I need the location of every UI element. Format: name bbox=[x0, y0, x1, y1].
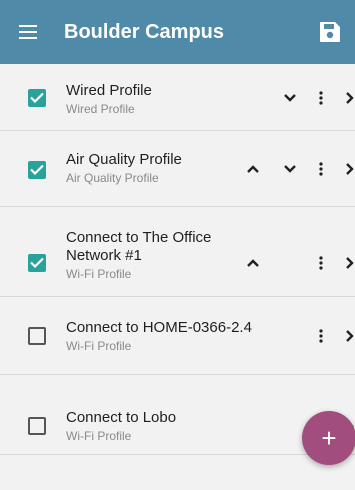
profile-title: Connect to HOME-0366-2.4 bbox=[66, 319, 252, 336]
open-profile-button[interactable] bbox=[340, 159, 355, 179]
move-up-button[interactable] bbox=[243, 253, 263, 273]
chevron-right-icon bbox=[346, 163, 354, 175]
open-profile-button[interactable] bbox=[340, 88, 355, 108]
list-item[interactable]: Connect to The Office Network #1 Wi-Fi P… bbox=[0, 207, 355, 297]
profile-subtitle: Wi-Fi Profile bbox=[66, 339, 132, 353]
profile-checkbox[interactable] bbox=[28, 327, 46, 345]
chevron-down-icon bbox=[284, 94, 296, 102]
list-item[interactable]: Wired Profile Wired Profile bbox=[0, 64, 355, 131]
add-profile-fab[interactable]: + bbox=[302, 411, 355, 465]
profile-title-line1: Connect to The Office bbox=[66, 229, 212, 246]
profile-text: Connect to HOME-0366-2.4 Wi-Fi Profile bbox=[66, 319, 252, 354]
save-floppy-icon bbox=[320, 22, 340, 42]
move-down-button[interactable] bbox=[280, 159, 300, 179]
more-options-button[interactable] bbox=[311, 159, 331, 179]
more-vertical-icon bbox=[319, 256, 323, 270]
more-options-button[interactable] bbox=[311, 88, 331, 108]
profile-title: Wired Profile bbox=[66, 82, 152, 99]
profile-checkbox[interactable] bbox=[28, 254, 46, 272]
save-button[interactable] bbox=[319, 21, 341, 43]
profile-text: Air Quality Profile Air Quality Profile bbox=[66, 151, 182, 186]
chevron-right-icon bbox=[346, 92, 354, 104]
profile-checkbox[interactable] bbox=[28, 417, 46, 435]
profile-subtitle: Air Quality Profile bbox=[66, 171, 159, 185]
profile-checkbox[interactable] bbox=[28, 161, 46, 179]
hamburger-menu-icon bbox=[19, 25, 37, 39]
more-vertical-icon bbox=[319, 91, 323, 105]
move-down-button[interactable] bbox=[280, 88, 300, 108]
menu-button[interactable] bbox=[0, 0, 56, 64]
profile-title: Air Quality Profile bbox=[66, 151, 182, 168]
chevron-down-icon bbox=[284, 165, 296, 173]
profile-subtitle: Wired Profile bbox=[66, 102, 135, 116]
profile-checkbox[interactable] bbox=[28, 89, 46, 107]
more-options-button[interactable] bbox=[311, 253, 331, 273]
chevron-up-icon bbox=[247, 259, 259, 267]
more-options-button[interactable] bbox=[311, 326, 331, 346]
profile-list: Wired Profile Wired Profile Air Quality … bbox=[0, 64, 355, 490]
app-bar: Boulder Campus bbox=[0, 0, 355, 64]
open-profile-button[interactable] bbox=[340, 326, 355, 346]
move-up-button[interactable] bbox=[243, 159, 263, 179]
more-vertical-icon bbox=[319, 162, 323, 176]
chevron-up-icon bbox=[247, 165, 259, 173]
add-icon: + bbox=[321, 422, 337, 453]
page-title: Boulder Campus bbox=[64, 20, 225, 43]
profile-title: Connect to Lobo bbox=[66, 409, 177, 426]
list-item[interactable]: Connect to HOME-0366-2.4 Wi-Fi Profile bbox=[0, 297, 355, 375]
profile-subtitle: Wi-Fi Profile bbox=[66, 267, 132, 281]
checkmark-icon bbox=[30, 164, 44, 175]
list-item[interactable]: Air Quality Profile Air Quality Profile bbox=[0, 131, 355, 207]
profile-title-line2: Network #1 bbox=[66, 247, 142, 264]
checkmark-icon bbox=[30, 92, 44, 103]
chevron-right-icon bbox=[346, 330, 354, 342]
profile-text: Connect to The Office Network #1 Wi-Fi P… bbox=[66, 229, 211, 282]
profile-text: Connect to Lobo Wi-Fi Profile bbox=[66, 409, 176, 444]
more-vertical-icon bbox=[319, 329, 323, 343]
profile-text: Wired Profile Wired Profile bbox=[66, 82, 152, 117]
profile-subtitle: Wi-Fi Profile bbox=[66, 429, 132, 443]
chevron-right-icon bbox=[346, 257, 354, 269]
checkmark-icon bbox=[30, 257, 44, 268]
open-profile-button[interactable] bbox=[340, 253, 355, 273]
